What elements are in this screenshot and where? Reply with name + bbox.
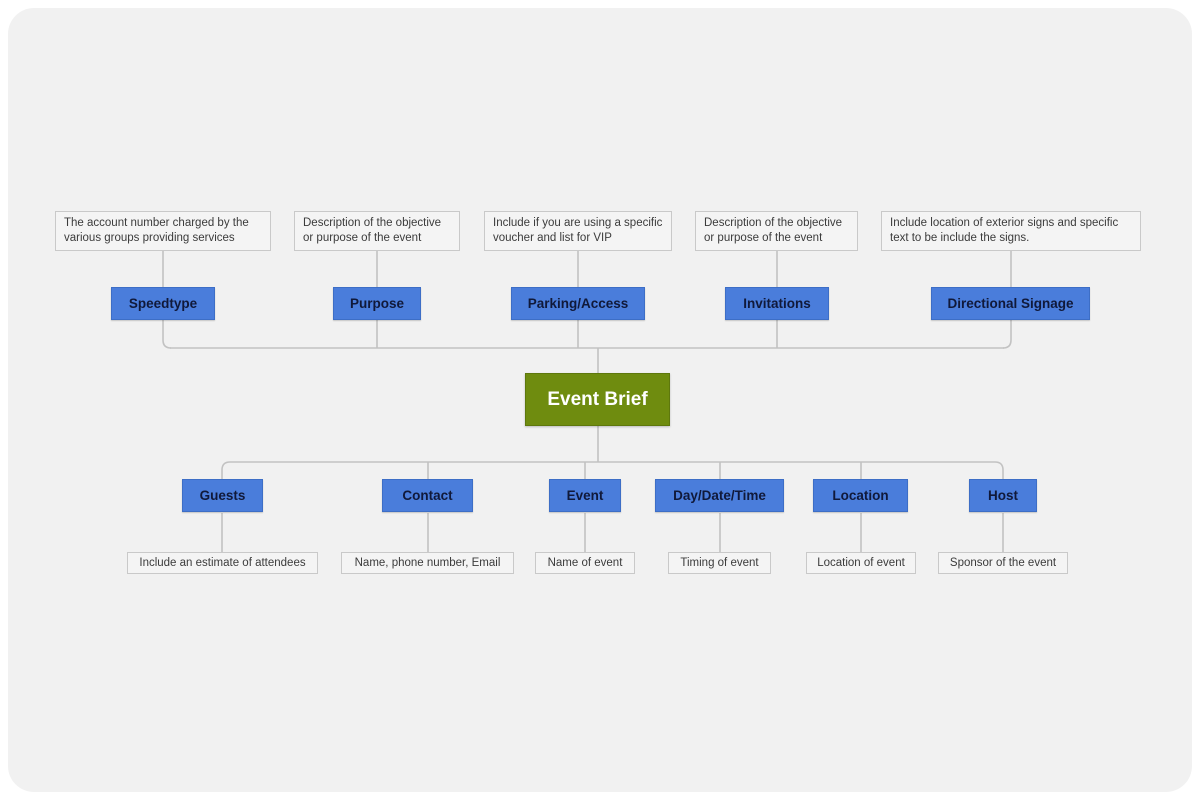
caption-directional-signage: Include location of exterior signs and s… — [881, 211, 1141, 251]
caption-invitations: Description of the objective or purpose … — [695, 211, 858, 251]
caption-location: Location of event — [806, 552, 916, 574]
node-contact[interactable]: Contact — [382, 479, 473, 512]
caption-host: Sponsor of the event — [938, 552, 1068, 574]
link-signage-bus — [1002, 320, 1012, 349]
caption-speedtype: The account number charged by the variou… — [55, 211, 271, 251]
node-event-brief-root[interactable]: Event Brief — [525, 373, 670, 426]
node-day-date-time[interactable]: Day/Date/Time — [655, 479, 784, 512]
caption-purpose: Description of the objective or purpose … — [294, 211, 460, 251]
caption-parking-access: Include if you are using a specific vouc… — [484, 211, 672, 251]
caption-day-date-time: Timing of event — [668, 552, 771, 574]
node-purpose[interactable]: Purpose — [333, 287, 421, 320]
node-guests[interactable]: Guests — [182, 479, 263, 512]
caption-guests: Include an estimate of attendees — [127, 552, 318, 574]
mind-map-diagram: The account number charged by the variou… — [0, 0, 1200, 800]
caption-event: Name of event — [535, 552, 635, 574]
node-parking-access[interactable]: Parking/Access — [511, 287, 645, 320]
node-speedtype[interactable]: Speedtype — [111, 287, 215, 320]
caption-contact: Name, phone number, Email — [341, 552, 514, 574]
page-root: The account number charged by the variou… — [0, 0, 1200, 800]
node-host[interactable]: Host — [969, 479, 1037, 512]
node-location[interactable]: Location — [813, 479, 908, 512]
bottom-bus — [221, 461, 1004, 480]
node-event[interactable]: Event — [549, 479, 621, 512]
node-invitations[interactable]: Invitations — [725, 287, 829, 320]
link-speedtype-bus — [162, 320, 172, 349]
node-directional-signage[interactable]: Directional Signage — [931, 287, 1090, 320]
